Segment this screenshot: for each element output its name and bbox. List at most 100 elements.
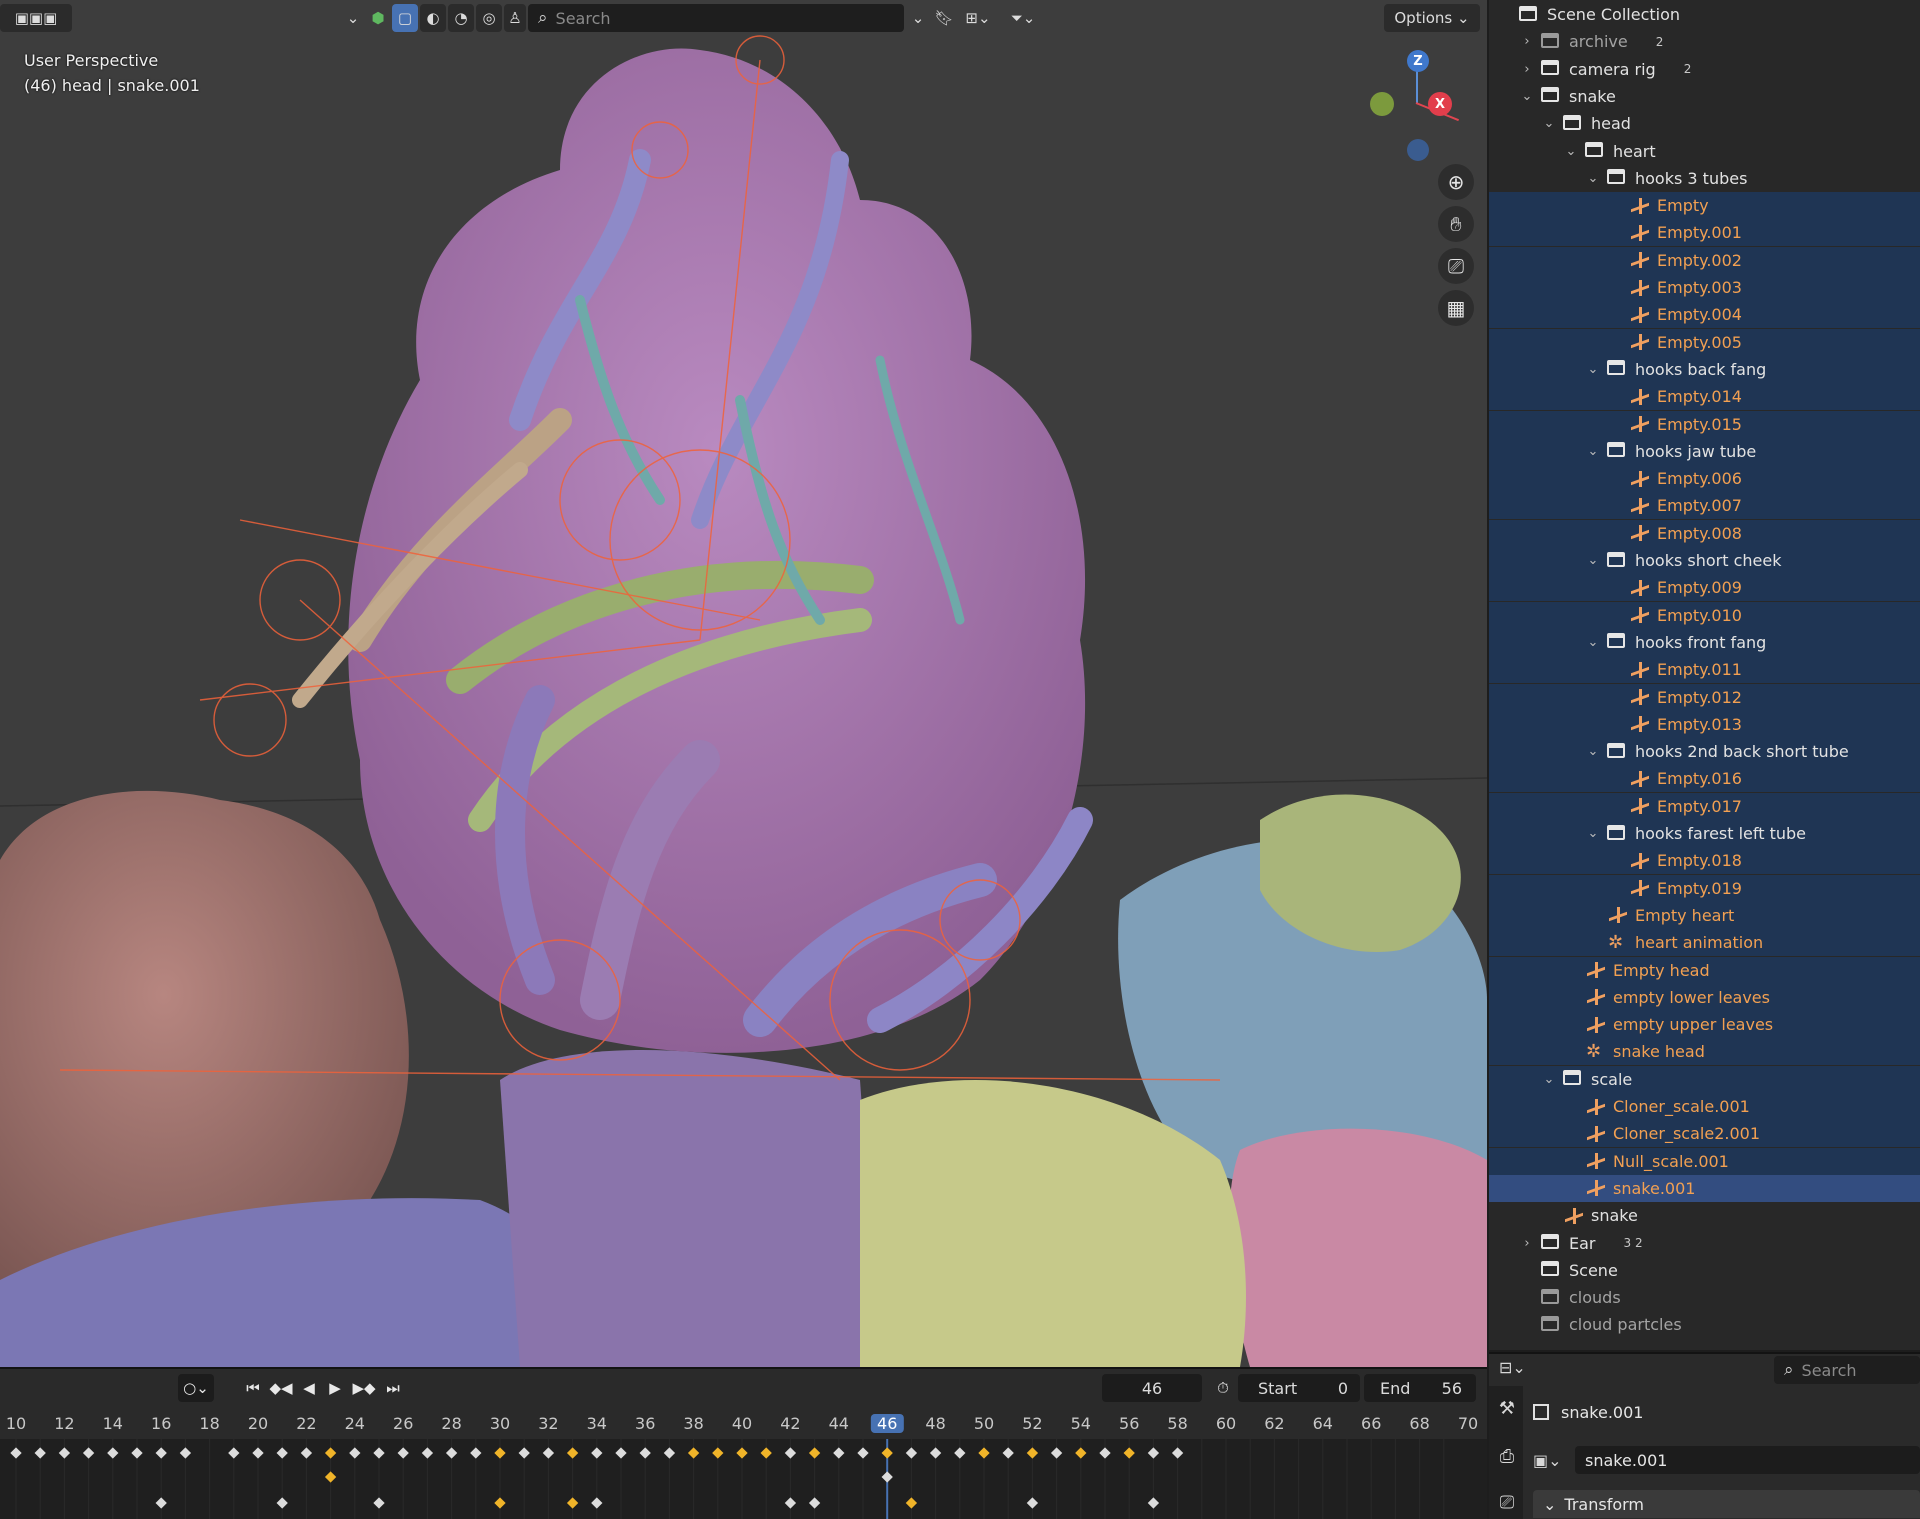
outliner-row[interactable]: Empty.011 — [1489, 656, 1920, 684]
ruler-tick-label[interactable]: 62 — [1264, 1414, 1284, 1433]
ruler-tick-label[interactable]: 48 — [925, 1414, 945, 1433]
viewport-search[interactable]: ⌕ Search — [528, 4, 904, 32]
outliner-row[interactable]: Empty — [1489, 192, 1920, 220]
outliner-row[interactable]: Null_scale.001 — [1489, 1147, 1920, 1175]
outliner-row[interactable]: ✲ snake head — [1489, 1038, 1920, 1066]
object-type-dropdown[interactable]: ▣⌄ — [1533, 1446, 1569, 1474]
outliner-row[interactable]: › Ear 3 2 — [1489, 1230, 1920, 1257]
outliner-row[interactable]: Empty.009 — [1489, 574, 1920, 602]
disclosure-arrow-icon[interactable]: ⌄ — [1585, 826, 1601, 841]
disclosure-arrow-icon[interactable]: › — [1519, 62, 1535, 77]
ruler-tick-label[interactable]: 28 — [441, 1414, 461, 1433]
ruler-tick-label[interactable]: 32 — [538, 1414, 558, 1433]
output-tab-icon[interactable]: ⎚ — [1495, 1490, 1519, 1514]
disclosure-arrow-icon[interactable]: ⌄ — [1519, 89, 1535, 104]
next-keyframe-icon[interactable]: ▶◆ — [350, 1374, 378, 1402]
frame-ruler[interactable]: 10 12 14 16 18 20 22 24 26 28 30 32 34 36 38 40 42 44 46 48… — [0, 1407, 1487, 1439]
outliner-row[interactable]: Empty heart — [1489, 901, 1920, 929]
outliner-row[interactable]: snake.001 — [1489, 1174, 1920, 1202]
outliner-row[interactable]: ⌄ heart — [1489, 138, 1920, 165]
axis-z-icon[interactable]: Z — [1407, 50, 1429, 72]
disclosure-arrow-icon[interactable]: › — [1519, 1236, 1535, 1251]
disclosure-arrow-icon[interactable]: ⌄ — [1585, 171, 1601, 186]
ruler-tick-label[interactable]: 54 — [1071, 1414, 1091, 1433]
ruler-tick-label[interactable]: 12 — [54, 1414, 74, 1433]
ruler-tick-label[interactable]: 68 — [1409, 1414, 1429, 1433]
ruler-tick-label[interactable]: 18 — [199, 1414, 219, 1433]
bookmark-icon[interactable]: 🔖︎ — [932, 4, 956, 32]
start-frame-field[interactable]: Start 0 — [1238, 1374, 1360, 1402]
ruler-tick-label[interactable]: 70 — [1458, 1414, 1478, 1433]
tool-tab-icon[interactable]: ⚒ — [1495, 1396, 1519, 1420]
outliner-row[interactable]: empty upper leaves — [1489, 1011, 1920, 1039]
outliner-row[interactable]: Empty.007 — [1489, 492, 1920, 520]
outliner-row[interactable]: Cloner_scale2.001 — [1489, 1120, 1920, 1148]
outliner-row[interactable]: Empty.017 — [1489, 792, 1920, 820]
ruler-tick-label[interactable]: 56 — [1119, 1414, 1139, 1433]
prev-keyframe-icon[interactable]: ◆◀ — [268, 1374, 294, 1402]
outliner-row[interactable]: cloud partcles — [1489, 1311, 1920, 1338]
outliner-row[interactable]: Empty.004 — [1489, 301, 1920, 329]
axis-x-icon[interactable]: X — [1428, 92, 1452, 116]
transform-panel-header[interactable]: ⌄ Transform — [1533, 1490, 1920, 1518]
camera-view-icon[interactable]: ⎚ — [1438, 248, 1474, 284]
outliner-row[interactable]: ⌄ hooks 3 tubes — [1489, 165, 1920, 192]
jump-start-icon[interactable]: ⏮ — [240, 1374, 266, 1402]
ruler-tick-label[interactable]: 36 — [635, 1414, 655, 1433]
outliner-row[interactable]: ⌄ head — [1489, 110, 1920, 137]
wireframe-icon[interactable]: ▢ — [392, 4, 418, 32]
options-dropdown[interactable]: Options ⌄ — [1384, 4, 1480, 32]
navigation-gizmo[interactable]: Z X — [1360, 44, 1480, 164]
outliner-row[interactable]: › camera rig 2 — [1489, 56, 1920, 83]
outliner-row[interactable]: Empty.005 — [1489, 328, 1920, 356]
keyframe-track[interactable] — [0, 1439, 1487, 1519]
outliner-row[interactable]: ⌄ hooks front fang — [1489, 628, 1920, 656]
ruler-tick-label[interactable]: 38 — [683, 1414, 703, 1433]
outliner-row[interactable]: Empty.008 — [1489, 519, 1920, 547]
disclosure-arrow-icon[interactable]: ⌄ — [1585, 553, 1601, 568]
select-mode-icon[interactable]: ▣▣▣ — [0, 4, 72, 32]
overlay-dropdown[interactable]: ⌄ — [340, 4, 366, 32]
outliner-row[interactable]: ⌄ snake — [1489, 83, 1920, 110]
axis-y-neg-icon[interactable] — [1370, 92, 1394, 116]
disclosure-arrow-icon[interactable]: ⌄ — [1585, 444, 1601, 459]
outliner-row[interactable]: Empty.019 — [1489, 874, 1920, 902]
outliner-row[interactable]: Empty.016 — [1489, 765, 1920, 793]
ruler-tick-label[interactable]: 24 — [345, 1414, 365, 1433]
outliner-row[interactable]: ⌄ hooks 2nd back short tube — [1489, 738, 1920, 766]
pan-hand-icon[interactable]: ✋︎ — [1438, 206, 1474, 242]
filter-dropdown-icon[interactable]: ⌄ — [906, 4, 930, 32]
ruler-tick-label[interactable]: 64 — [1313, 1414, 1333, 1433]
disclosure-arrow-icon[interactable]: ⌄ — [1541, 1072, 1557, 1087]
ruler-tick-label[interactable]: 10 — [6, 1414, 26, 1433]
ruler-tick-label[interactable]: 20 — [248, 1414, 268, 1433]
disclosure-arrow-icon[interactable]: › — [1519, 34, 1535, 49]
outliner-row[interactable]: Scene — [1489, 1257, 1920, 1284]
outliner-row[interactable]: ⌄ hooks farest left tube — [1489, 820, 1920, 847]
play-reverse-icon[interactable]: ◀ — [296, 1374, 322, 1402]
gizmo-shading-icon[interactable]: ⬢ — [366, 4, 390, 32]
ruler-tick-label[interactable]: 58 — [1167, 1414, 1187, 1433]
outliner-row[interactable]: empty lower leaves — [1489, 983, 1920, 1011]
disclosure-arrow-icon[interactable]: ⌄ — [1541, 116, 1557, 131]
outliner-row[interactable]: Cloner_scale.001 — [1489, 1093, 1920, 1120]
current-frame-field[interactable]: 46 — [1102, 1374, 1202, 1402]
outliner-row[interactable]: Empty.003 — [1489, 274, 1920, 301]
outliner[interactable]: Scene Collection › archive 2 › camera rig 2 ⌄ sn… — [1489, 0, 1920, 1350]
timer-icon[interactable]: ⏱ — [1210, 1374, 1236, 1402]
outliner-row[interactable]: ⌄ hooks back fang — [1489, 355, 1920, 383]
record-icon[interactable]: ○⌄ — [178, 1374, 214, 1402]
outliner-row[interactable]: Empty.010 — [1489, 601, 1920, 629]
ruler-tick-label[interactable]: 26 — [393, 1414, 413, 1433]
disclosure-arrow-icon[interactable]: ⌄ — [1563, 144, 1579, 159]
end-frame-field[interactable]: End 56 — [1364, 1374, 1476, 1402]
ruler-tick-label[interactable]: 16 — [151, 1414, 171, 1433]
scene-render[interactable] — [0, 0, 1487, 1367]
rendered-shading-icon[interactable]: ◎ — [476, 4, 502, 32]
axis-z-neg-icon[interactable] — [1407, 139, 1429, 161]
solid-shading-icon[interactable]: ◐ — [420, 4, 446, 32]
outliner-row[interactable]: ✲ heart animation — [1489, 929, 1920, 957]
outliner-row[interactable]: Empty.018 — [1489, 847, 1920, 875]
ruler-tick-label[interactable]: 42 — [780, 1414, 800, 1433]
outliner-row[interactable]: snake — [1489, 1202, 1920, 1229]
